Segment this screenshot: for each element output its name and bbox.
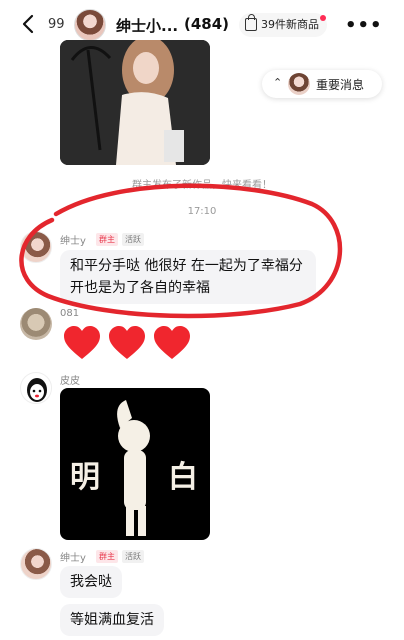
heart-emoji-icon: [109, 326, 145, 359]
group-avatar[interactable]: [74, 9, 106, 41]
owner-badge: 群主: [96, 550, 118, 563]
member-count: (484): [184, 15, 230, 33]
important-messages-button[interactable]: ⌃ 重要消息: [262, 70, 382, 98]
back-arrow-icon[interactable]: [18, 12, 40, 36]
active-badge: 活跃: [122, 233, 144, 246]
shopping-bag-icon: [245, 14, 257, 31]
more-options-icon[interactable]: •••: [345, 15, 383, 36]
sticker-message[interactable]: 明 白: [60, 388, 210, 540]
heart-emoji-icon: [64, 326, 100, 359]
sticker-caption-right: 白: [168, 460, 198, 495]
unread-count[interactable]: 99: [48, 17, 65, 32]
sticker-caption-left: 明: [70, 460, 100, 495]
message-timestamp: 17:10: [187, 206, 217, 217]
new-products-button[interactable]: 39件新商品: [239, 13, 327, 37]
sender-avatar[interactable]: [20, 308, 52, 340]
sender-avatar[interactable]: [20, 231, 52, 263]
chat-bubble[interactable]: 和平分手哒 他很好 在一起为了幸福分开也是为了各自的幸福: [60, 250, 316, 304]
chat-bubble[interactable]: 我会哒: [60, 566, 122, 598]
notification-dot: [320, 15, 326, 21]
owner-badge: 群主: [96, 233, 118, 246]
sender-name: 081: [60, 308, 80, 319]
active-badge: 活跃: [122, 550, 144, 563]
pill-avatar: [288, 73, 310, 95]
sender-name: 皮皮: [60, 376, 80, 387]
chat-bubble[interactable]: 等姐满血复活: [60, 604, 164, 636]
system-notice: 群主发布了新作品，快来看看！: [132, 180, 272, 191]
sender-name: 绅士y: [60, 553, 86, 564]
important-messages-label: 重要消息: [316, 78, 365, 92]
group-name[interactable]: 绅士小...: [116, 15, 178, 36]
sender-avatar[interactable]: [20, 372, 52, 404]
sender-name: 绅士y: [60, 236, 86, 247]
new-products-label: 39件新商品: [261, 18, 319, 31]
sender-avatar[interactable]: [20, 548, 52, 580]
heart-emoji-icon: [154, 326, 190, 359]
double-chevron-up-icon: ⌃: [273, 76, 283, 89]
cartoon-face-icon: [27, 378, 47, 402]
image-message[interactable]: [60, 40, 210, 165]
photo-thumbnail: [60, 40, 210, 165]
